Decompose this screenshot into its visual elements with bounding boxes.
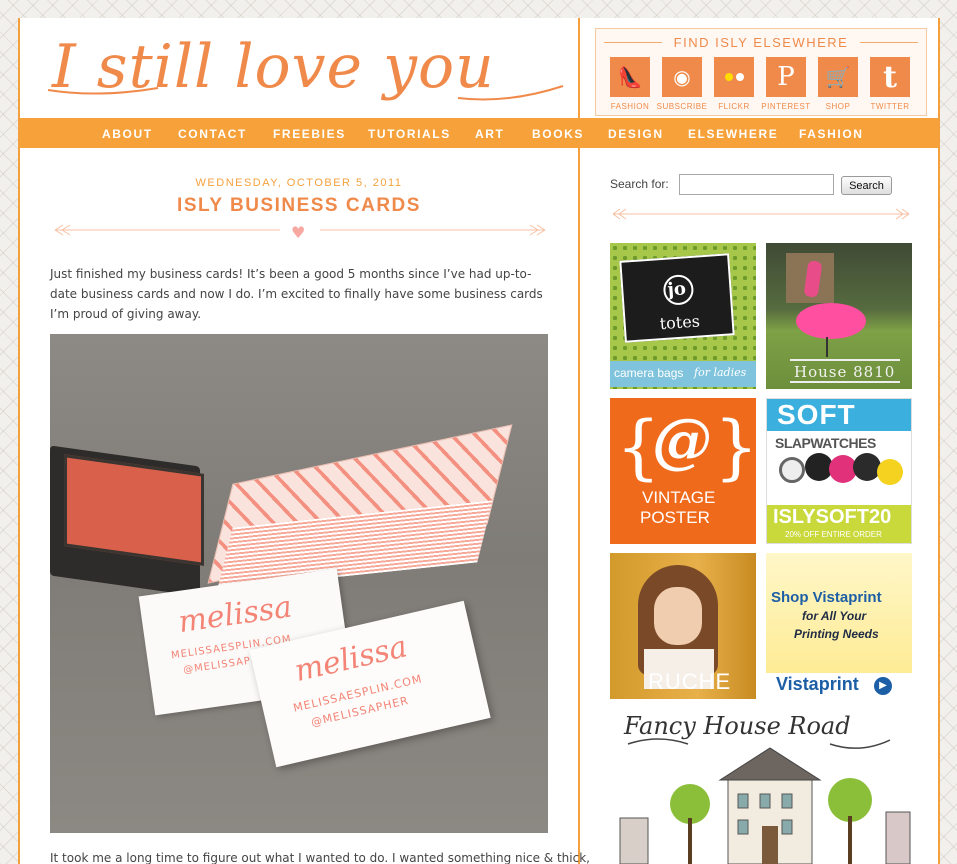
find-elsewhere-panel: FIND ISLY ELSEWHERE 👠 FASHION ◉ SUBSCRIB… bbox=[595, 28, 927, 116]
vistaprint-line2: for All Your bbox=[802, 609, 867, 623]
card-name: melissa bbox=[176, 589, 295, 641]
vintage-line1: VINTAGE bbox=[642, 488, 716, 507]
vistaprint-brand: Vistaprint bbox=[776, 674, 859, 694]
camera-icon: jo totes bbox=[619, 253, 735, 343]
site-logo[interactable]: I still love you bbox=[38, 28, 578, 114]
heart-icon: ♥ bbox=[291, 223, 306, 242]
vintage-logo: @ bbox=[652, 406, 712, 476]
stamp-rubber bbox=[64, 454, 204, 566]
twitter-icon: t bbox=[870, 57, 910, 97]
ad-jo-totes[interactable]: jo totes camera bags for ladies bbox=[610, 243, 756, 389]
ad-vintage-poster[interactable]: { } @ VINTAGE POSTER bbox=[610, 398, 756, 544]
post-body: Just finished my business cards! It’s be… bbox=[50, 267, 543, 321]
post-title[interactable]: ISLY BUSINESS CARDS bbox=[20, 195, 578, 217]
elsewhere-title: FIND ISLY ELSEWHERE bbox=[673, 35, 849, 50]
social-label: TWITTER bbox=[870, 102, 910, 111]
post-body-continued: It took me a long time to figure out wha… bbox=[50, 851, 590, 864]
pinterest-icon: P bbox=[766, 57, 806, 97]
shoe-icon: 👠 bbox=[610, 57, 650, 97]
social-label: FASHION bbox=[610, 102, 650, 111]
site-header: I still love you FIND ISLY ELSEWHERE 👠 F… bbox=[20, 18, 938, 118]
model-face bbox=[654, 587, 702, 645]
nav-contact[interactable]: CONTACT bbox=[178, 127, 247, 141]
post-date: WEDNESDAY, OCTOBER 5, 2011 bbox=[195, 177, 403, 189]
nav-freebies[interactable]: FREEBIES bbox=[273, 127, 346, 141]
nav-fashion[interactable]: FASHION bbox=[799, 127, 864, 141]
main-nav: ABOUT CONTACT FREEBIES TUTORIALS ART BOO… bbox=[20, 118, 938, 148]
social-label: SHOP bbox=[825, 102, 851, 111]
vistaprint-line1: Shop Vistaprint bbox=[771, 589, 882, 606]
soft-code: ISLYSOFT20 bbox=[773, 506, 892, 528]
page-frame: I still love you FIND ISLY ELSEWHERE 👠 F… bbox=[18, 18, 940, 864]
ad-fancy-house-road[interactable]: Fancy House Road bbox=[610, 708, 912, 864]
social-label: PINTEREST bbox=[761, 102, 811, 111]
nav-design[interactable]: DESIGN bbox=[608, 127, 664, 141]
social-shop-link[interactable]: 🛒 SHOP bbox=[818, 57, 858, 111]
fancy-house-illustration bbox=[619, 738, 911, 864]
rss-icon: ◉ bbox=[662, 57, 702, 97]
post-photo: melissa MELISSAESPLIN.COM @MELISSAPHER m… bbox=[50, 334, 548, 833]
logo-text: I still love you bbox=[52, 32, 495, 102]
flamingo-body bbox=[796, 303, 866, 339]
search-input[interactable] bbox=[679, 174, 834, 195]
brace-right: } bbox=[714, 406, 756, 488]
social-label: SUBSCRIBE bbox=[656, 102, 708, 111]
jo-logo-text: jo bbox=[666, 278, 687, 301]
ad-house-8810[interactable]: House 8810 bbox=[766, 243, 912, 389]
column-divider bbox=[578, 148, 580, 864]
soft-brand: SOFT bbox=[777, 399, 856, 430]
search-label: Search for: bbox=[610, 177, 669, 191]
jo-tagline: camera bags bbox=[614, 366, 684, 380]
nav-elsewhere[interactable]: ELSEWHERE bbox=[688, 127, 778, 141]
flickr-icon bbox=[714, 57, 754, 97]
jo-tagline-em: for ladies bbox=[694, 366, 747, 379]
soft-sub: SLAPWATCHES bbox=[775, 435, 876, 451]
nav-about[interactable]: ABOUT bbox=[102, 127, 153, 141]
social-twitter-link[interactable]: t TWITTER bbox=[870, 57, 910, 111]
ad-ruche[interactable]: RUCHE bbox=[610, 553, 756, 699]
flamingo-leg bbox=[826, 337, 828, 357]
soft-offer: 20% OFF ENTIRE ORDER bbox=[785, 530, 882, 539]
nav-tutorials[interactable]: TUTORIALS bbox=[368, 127, 451, 141]
nav-art[interactable]: ART bbox=[475, 127, 504, 141]
house-label: House 8810 bbox=[794, 363, 896, 381]
ad-vistaprint[interactable]: Shop Vistaprint for All Your Printing Ne… bbox=[766, 553, 912, 699]
ad-soft-slapwatches[interactable]: SOFT SLAPWATCHES ISLYSOFT20 20% OFF ENTI… bbox=[766, 398, 912, 544]
watch-icon bbox=[779, 457, 805, 483]
social-label: FLICKR bbox=[718, 102, 750, 111]
header-divider bbox=[578, 18, 580, 118]
social-pinterest-link[interactable]: P PINTEREST bbox=[761, 57, 810, 111]
totes-logo-text: totes bbox=[659, 311, 701, 334]
social-fashion-link[interactable]: 👠 FASHION bbox=[610, 57, 650, 111]
social-subscribe-link[interactable]: ◉ SUBSCRIBE bbox=[657, 57, 707, 111]
cart-icon: 🛒 bbox=[818, 57, 858, 97]
jo-tagline-band: camera bags for ladies bbox=[610, 361, 756, 387]
watch-icon bbox=[877, 459, 903, 485]
search-button[interactable]: Search bbox=[841, 176, 892, 195]
vistaprint-line3: Printing Needs bbox=[794, 627, 879, 641]
sidebar-arrow-divider bbox=[612, 208, 910, 220]
play-icon: ▶ bbox=[874, 677, 892, 695]
ruche-label: RUCHE bbox=[648, 669, 732, 694]
social-flickr-link[interactable]: FLICKR bbox=[714, 57, 754, 111]
nav-books[interactable]: BOOKS bbox=[532, 127, 584, 141]
vintage-line2: POSTER bbox=[640, 508, 710, 527]
